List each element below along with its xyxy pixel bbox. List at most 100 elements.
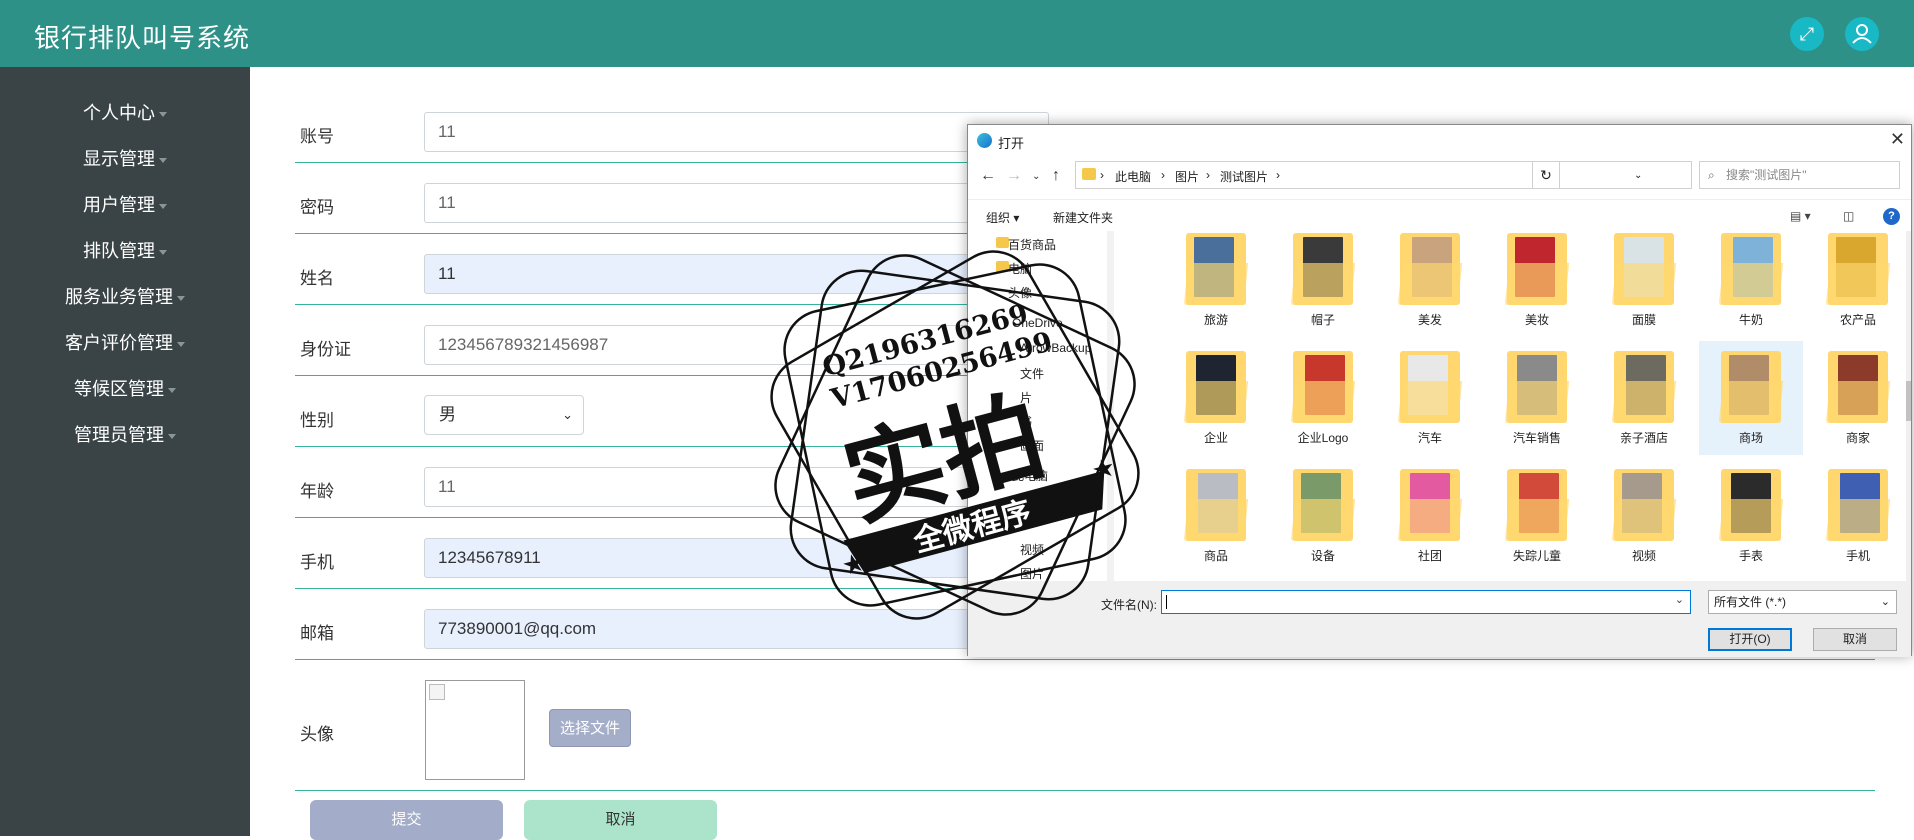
- file-folder-item[interactable]: 汽车: [1378, 341, 1482, 455]
- up-arrow-icon[interactable]: ↑: [1052, 167, 1060, 185]
- sidebar-item-label: 显示管理: [83, 149, 155, 169]
- file-folder-item[interactable]: 面膜: [1592, 223, 1696, 337]
- file-folder-item[interactable]: 亲子酒店: [1592, 341, 1696, 455]
- folder-front: [1504, 263, 1570, 305]
- file-folder-item[interactable]: 美妆: [1485, 223, 1589, 337]
- folder-front: [1290, 263, 1356, 305]
- file-label: 商品: [1203, 549, 1228, 563]
- file-folder-item[interactable]: 社团: [1378, 459, 1482, 573]
- new-folder-button[interactable]: 新建文件夹: [1053, 209, 1113, 226]
- refresh-icon[interactable]: ↻: [1532, 161, 1560, 189]
- view-mode-icon[interactable]: ▤ ▾: [1790, 209, 1811, 223]
- file-folder-item[interactable]: 商家: [1806, 341, 1910, 455]
- sidebar-item-users[interactable]: 用户管理: [0, 191, 250, 217]
- file-folder-item[interactable]: 商场: [1699, 341, 1803, 455]
- file-folder-item[interactable]: 帽子: [1271, 223, 1375, 337]
- file-label: 面膜: [1631, 313, 1656, 327]
- file-folder-item[interactable]: 失踪儿童: [1485, 459, 1589, 573]
- user-icon[interactable]: [1845, 17, 1879, 51]
- broken-image-icon: [429, 684, 445, 700]
- filetype-value: 所有文件 (*.*): [1714, 595, 1787, 609]
- sidebar-item-admins[interactable]: 管理员管理: [0, 421, 250, 447]
- file-folder-item[interactable]: 手机: [1806, 459, 1910, 573]
- file-folder-item[interactable]: 农产品: [1806, 223, 1910, 337]
- open-button[interactable]: 打开(O): [1708, 628, 1792, 651]
- organize-label: 组织: [986, 211, 1011, 225]
- sidebar-item-label: 排队管理: [83, 241, 155, 261]
- id-card-label: 身份证: [300, 340, 351, 359]
- close-icon[interactable]: ✕: [1890, 129, 1905, 150]
- file-label: 视频: [1631, 549, 1656, 563]
- account-input[interactable]: 11: [424, 112, 1049, 152]
- sidebar: 个人中心 显示管理 用户管理 排队管理 服务业务管理 客户评价管理 等候区管理 …: [0, 67, 250, 836]
- folder-front: [1397, 499, 1463, 541]
- dialog-cancel-button[interactable]: 取消: [1813, 628, 1897, 651]
- filename-input[interactable]: ⌄: [1161, 590, 1691, 614]
- forward-arrow-icon[interactable]: →: [1006, 167, 1022, 185]
- search-icon: ⌕: [1708, 168, 1715, 182]
- breadcrumb-separator: ›: [1161, 168, 1165, 182]
- address-bar[interactable]: › 此电脑 › 图片 › 测试图片 › ⌄: [1075, 161, 1692, 189]
- folder-front: [1825, 381, 1891, 423]
- breadcrumb-item[interactable]: 图片: [1175, 168, 1199, 185]
- submit-button[interactable]: 提交: [310, 800, 503, 840]
- file-folder-item[interactable]: 旅游: [1164, 223, 1268, 337]
- chevron-down-icon[interactable]: ⌄: [1634, 170, 1642, 181]
- choose-file-button[interactable]: 选择文件: [549, 709, 631, 747]
- folder-front: [1183, 499, 1249, 541]
- text-caret: [1166, 595, 1167, 609]
- gender-select[interactable]: 男 ⌄: [424, 395, 584, 435]
- chevron-down-icon: ⌄: [1880, 596, 1890, 608]
- chevron-down-icon: [159, 203, 167, 209]
- file-folder-item[interactable]: 美发: [1378, 223, 1482, 337]
- sidebar-item-waiting-area[interactable]: 等候区管理: [0, 375, 250, 401]
- password-label: 密码: [300, 198, 334, 217]
- sidebar-item-personal-center[interactable]: 个人中心: [0, 99, 250, 125]
- file-folder-item[interactable]: 视频: [1592, 459, 1696, 573]
- file-folder-item[interactable]: 企业: [1164, 341, 1268, 455]
- sidebar-item-label: 等候区管理: [74, 379, 164, 399]
- top-header: 银行排队叫号系统 ⤢: [0, 0, 1914, 67]
- file-label: 企业: [1203, 431, 1228, 445]
- sidebar-item-services[interactable]: 服务业务管理: [0, 283, 250, 309]
- email-label: 邮箱: [300, 624, 334, 643]
- file-label: 汽车销售: [1512, 431, 1561, 445]
- filetype-select[interactable]: 所有文件 (*.*) ⌄: [1708, 590, 1897, 614]
- password-input[interactable]: 11: [424, 183, 1049, 223]
- file-folder-item[interactable]: 企业Logo: [1271, 341, 1375, 455]
- file-folder-item[interactable]: 手表: [1699, 459, 1803, 573]
- fullscreen-icon[interactable]: ⤢: [1790, 17, 1824, 51]
- cancel-button[interactable]: 取消: [524, 800, 717, 840]
- breadcrumb-separator: ›: [1276, 168, 1280, 182]
- chevron-down-icon: ⌄: [562, 407, 573, 422]
- sidebar-item-label: 客户评价管理: [65, 333, 173, 353]
- organize-menu[interactable]: 组织 ▾: [986, 209, 1019, 226]
- avatar-preview: [425, 680, 525, 780]
- avatar-label: 头像: [300, 725, 334, 744]
- breadcrumb-item[interactable]: 测试图片: [1220, 168, 1268, 185]
- divider: [295, 659, 1875, 660]
- search-placeholder: 搜索"测试图片": [1726, 168, 1807, 182]
- recent-dropdown-icon[interactable]: ⌄: [1032, 171, 1040, 182]
- sidebar-item-queue[interactable]: 排队管理: [0, 237, 250, 263]
- chevron-down-icon: [159, 157, 167, 163]
- file-folder-item[interactable]: 汽车销售: [1485, 341, 1589, 455]
- file-folder-item[interactable]: 牛奶: [1699, 223, 1803, 337]
- preview-pane-icon[interactable]: ◫: [1843, 209, 1854, 223]
- dialog-title: 打开: [998, 136, 1025, 151]
- file-label: 商场: [1738, 431, 1763, 445]
- file-folder-item[interactable]: 设备: [1271, 459, 1375, 573]
- sidebar-item-reviews[interactable]: 客户评价管理: [0, 329, 250, 355]
- scrollbar-thumb[interactable]: [1906, 381, 1911, 421]
- chevron-down-icon[interactable]: ⌄: [1675, 593, 1684, 606]
- breadcrumb-item[interactable]: 此电脑: [1115, 168, 1151, 185]
- folder-front: [1504, 499, 1570, 541]
- file-folder-item[interactable]: 商品: [1164, 459, 1268, 573]
- search-input[interactable]: ⌕ 搜索"测试图片": [1699, 161, 1900, 189]
- files-scrollbar[interactable]: [1906, 231, 1911, 581]
- folder-front: [1825, 499, 1891, 541]
- dialog-titlebar[interactable]: 打开 ✕: [968, 125, 1911, 155]
- file-label: 手机: [1845, 549, 1870, 563]
- sidebar-item-display[interactable]: 显示管理: [0, 145, 250, 171]
- back-arrow-icon[interactable]: ←: [980, 167, 996, 185]
